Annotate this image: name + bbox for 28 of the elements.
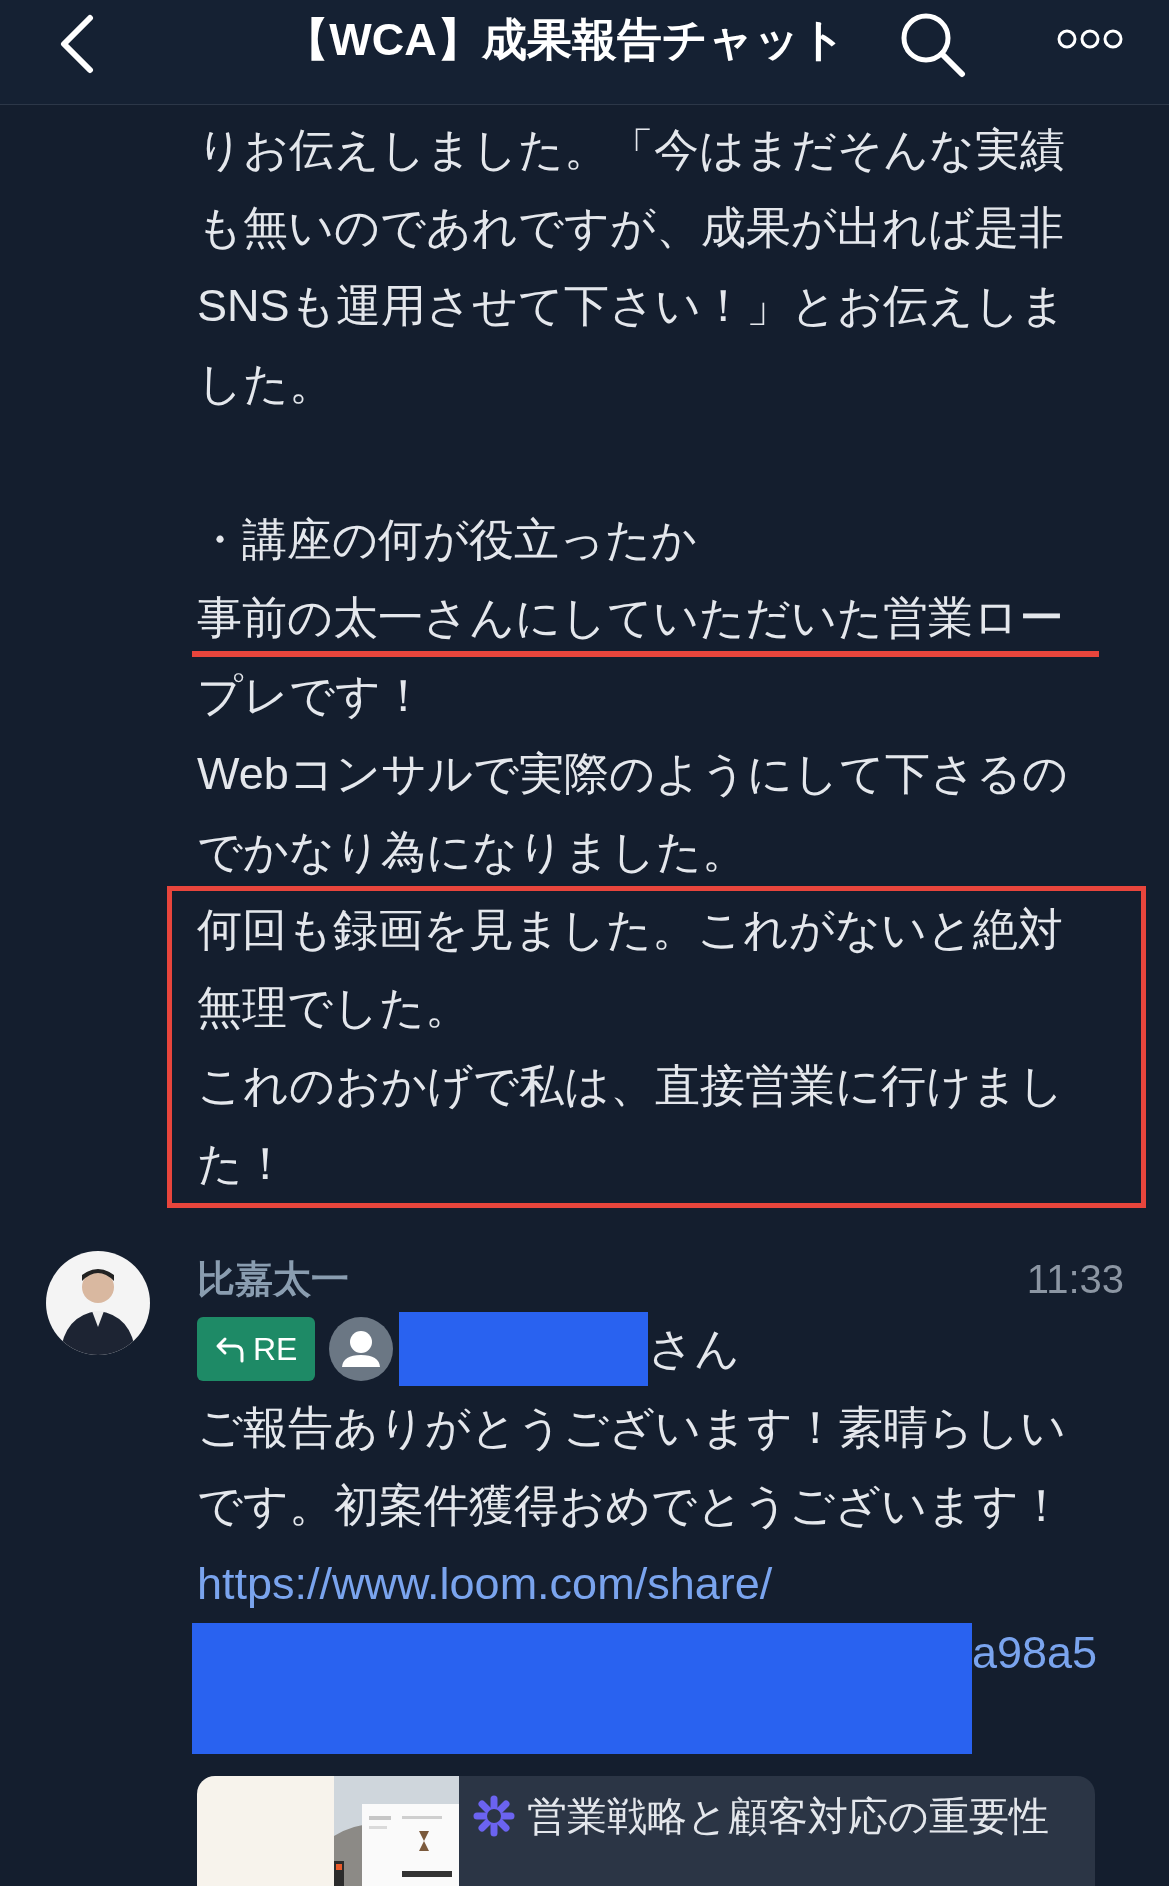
preview-title: 営業戦略と顧客対応の重要性 xyxy=(527,1793,1049,1840)
message-text: でかなり為になりました。 xyxy=(197,825,747,879)
message-text: 無理でした。 xyxy=(197,981,470,1035)
user-placeholder-icon xyxy=(329,1317,394,1381)
message-text: プレです！ xyxy=(197,669,426,723)
message-text: した。 xyxy=(197,357,334,411)
message-text: 事前の太一さんにしていただいた営業ロー xyxy=(197,591,1064,645)
message-text: SNSも運用させて下さい！」とお伝えしま xyxy=(197,279,1066,333)
reply-arrow-icon xyxy=(215,1335,245,1363)
message-text: ご報告ありがとうございます！素晴らしい xyxy=(197,1401,1067,1455)
link[interactable]: https://www.loom.com/share/ xyxy=(197,1545,773,1623)
message-time: 11:33 xyxy=(1026,1256,1124,1303)
message-text: も無いのであれですが、成果が出れば是非 xyxy=(197,201,1064,255)
more-icon[interactable] xyxy=(1056,28,1124,50)
chat-title: 【WCA】成果報告チャット xyxy=(283,13,847,67)
message-text: Webコンサルで実際のようにして下さるの xyxy=(197,747,1068,801)
asterisk-logo-icon xyxy=(473,1795,515,1837)
message-text: ・講座の何が役立ったか xyxy=(197,513,697,567)
sender-name: 比嘉太一 xyxy=(197,1257,349,1302)
mention-suffix: さん xyxy=(648,1322,741,1376)
reply-badge[interactable]: RE xyxy=(197,1317,316,1381)
message-text: 何回も録画を見ました。これがないと絶対 xyxy=(197,903,1063,957)
message-text: これのおかげで私は、直接営業に行けまし xyxy=(197,1059,1064,1113)
link-preview-card[interactable]: 営業戦略と顧客対応の重要性 xyxy=(197,1776,1095,1886)
message-text: た！ xyxy=(197,1137,288,1191)
message-text: りお伝えしました。「今はまだそんな実績 xyxy=(197,123,1065,177)
message-text: です。初案件獲得おめでとうございます！ xyxy=(197,1479,1065,1533)
link[interactable]: a98a5 xyxy=(972,1623,1098,1683)
